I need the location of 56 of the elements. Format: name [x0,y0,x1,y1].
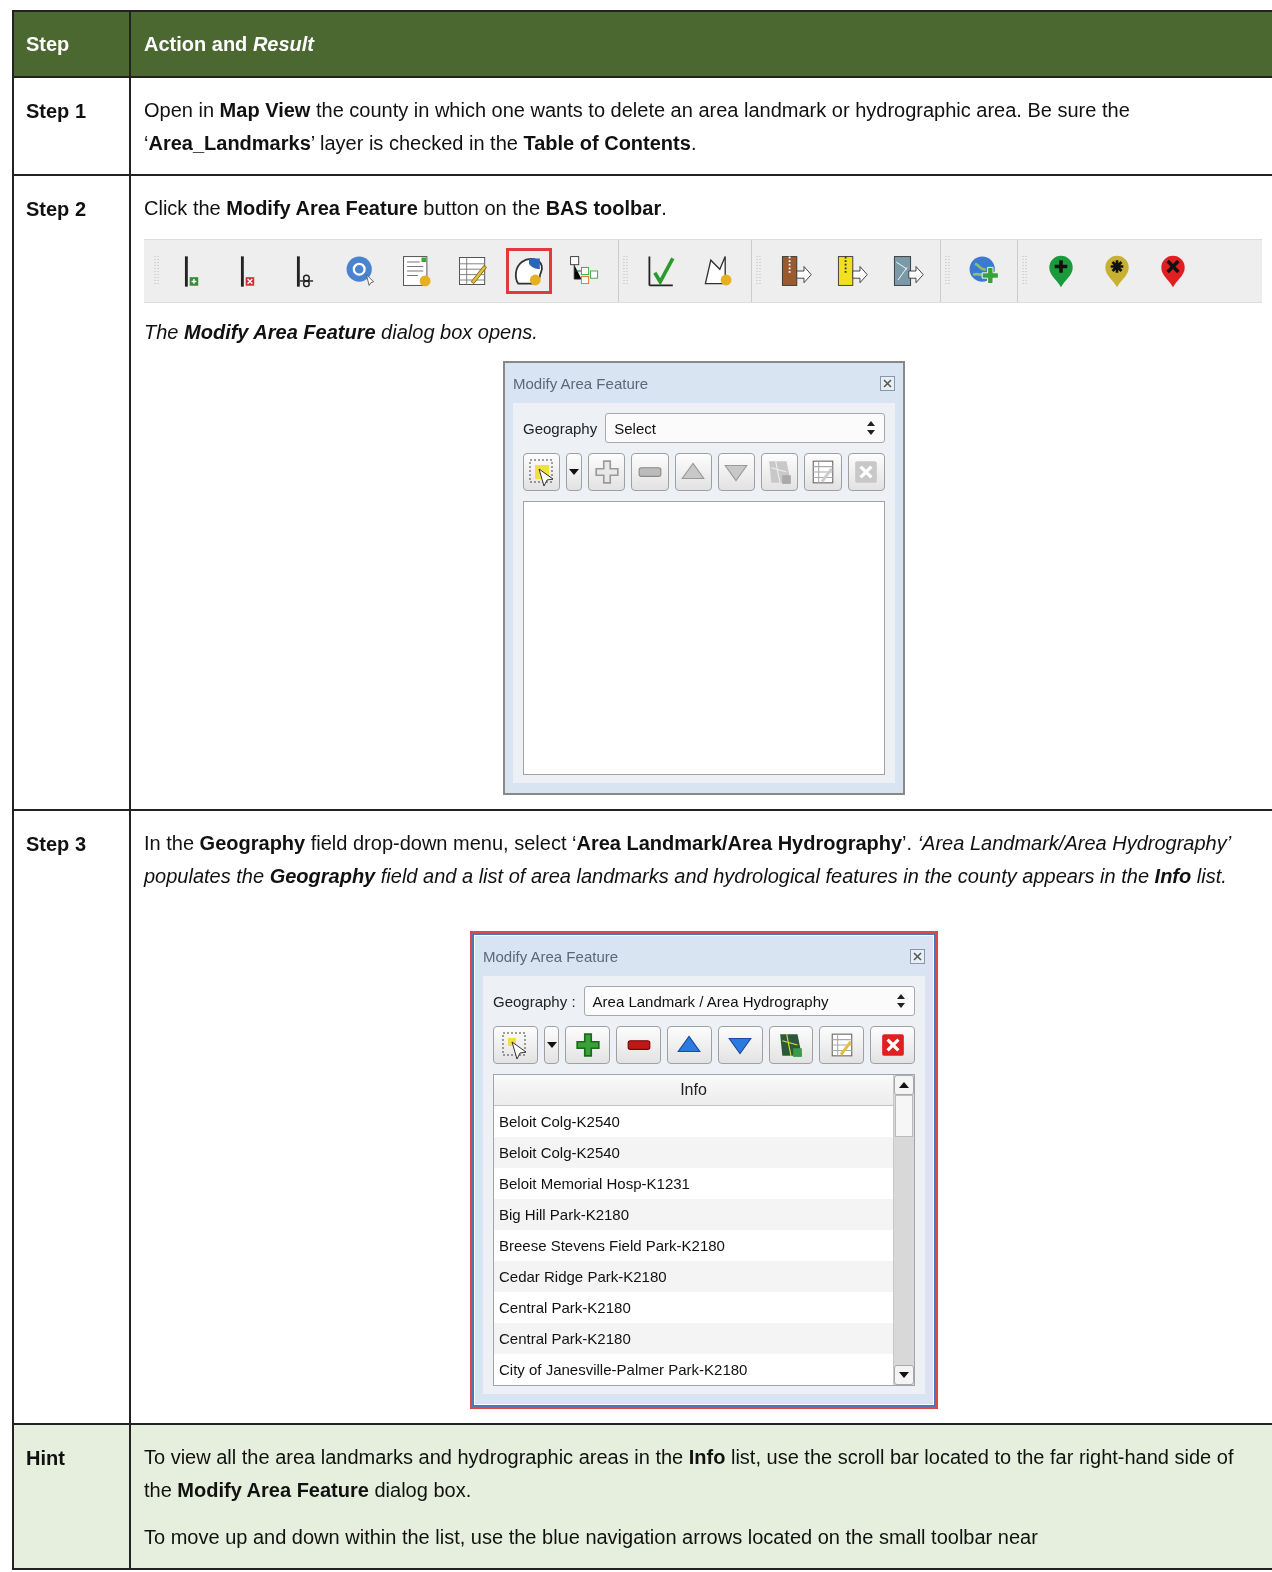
close-button[interactable] [880,375,895,391]
geography-dropdown[interactable]: Area Landmark / Area Hydrography [583,986,915,1016]
down-arrow-icon [899,1372,909,1378]
spinner-arrows-icon [866,420,876,436]
dialog-title: Modify Area Feature [513,374,649,392]
instruction-text: To move up and down within the list, use the blue navigation arrows located on the small toolbar near [144,1525,1039,1550]
map-plus-icon [766,459,793,485]
step-label: Step 3 [26,833,87,855]
list-item[interactable]: Central Park-K2180 [494,1323,893,1354]
dropdown-button[interactable] [543,1026,560,1064]
select-tool-button[interactable] [493,1026,538,1064]
plus-icon [593,459,620,485]
grip-icon [756,256,762,286]
instruction-text: Open in Map View the county in which one wants to delete an area landmark or hydrographic area. Be sure the ‘Area_Landmarks’ layer is checked in the Table of Contents. [144,98,1131,156]
geography-label: Geography : [493,992,576,1010]
column-header: Step [26,33,70,55]
step-label: Hint [26,1447,65,1469]
scroll-down-button[interactable] [894,1365,914,1385]
grip-icon [154,256,160,286]
scroll-bar[interactable] [893,1075,914,1385]
instruction-text: Click the Modify Area Feature button on the BAS toolbar. [144,196,668,221]
split-line-icon [296,254,314,288]
tool-button[interactable] [616,1026,661,1064]
scroll-up-button[interactable] [894,1075,914,1095]
instruction-text: In the Geography field drop-down menu, select ‘Area Landmark/Area Hydrography’. ‘Area Landmark/Area Hydrography’ populates the Geography field and a list of area landmarks and hydrological features in the county appears in the Info list. [144,831,1232,889]
grip-icon [945,256,951,286]
step-label: Step 2 [26,198,87,220]
tool-button[interactable] [870,1026,915,1064]
caret-icon [546,1042,557,1048]
result-text: The Modify Area Feature dialog box opens. [144,320,539,345]
toolbar-button[interactable] [506,248,552,294]
list-header: Info [494,1075,893,1106]
list-item[interactable]: Cedar Ridge Park-K2180 [494,1261,893,1292]
step-label: Step 1 [26,100,87,122]
tool-button[interactable] [565,1026,611,1064]
list-item[interactable]: Beloit Colg-K2540 [494,1137,893,1168]
tool-button[interactable] [717,1026,763,1064]
tool-button[interactable] [667,1026,712,1064]
scroll-thumb[interactable] [895,1095,913,1137]
close-icon [879,1032,906,1058]
dialog-title: Modify Area Feature [483,947,619,965]
geography-dropdown[interactable]: Select [605,413,885,443]
spinner-arrows-icon [896,993,906,1009]
close-button[interactable] [910,948,925,964]
geography-label: Geography [523,419,598,437]
up-arrow-icon [899,1082,909,1088]
list-item[interactable]: Big Hill Park-K2180 [494,1199,893,1230]
tool-button[interactable] [768,1026,814,1064]
column-header: Action and Result [144,32,316,57]
caret-icon [569,469,580,475]
plus-icon [574,1032,601,1058]
instruction-text: To view all the area landmarks and hydrographic areas in the Info list, use the scroll bar located to the far right-hand side of the Modify Area Feature dialog box. [144,1445,1235,1503]
map-plus-icon [778,1032,804,1058]
grip-icon [623,256,629,286]
close-icon [853,459,880,485]
grip-icon [1022,256,1028,286]
